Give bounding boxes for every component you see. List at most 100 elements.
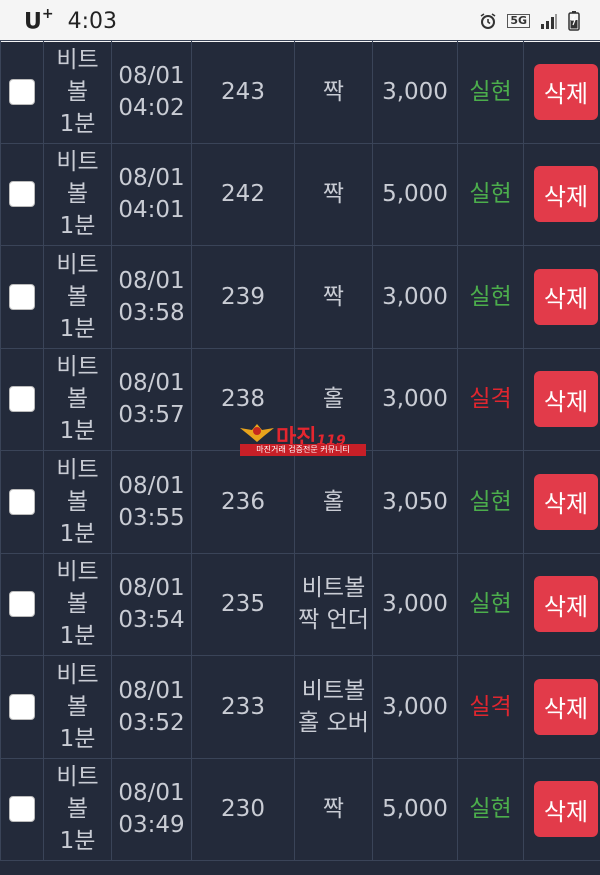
delete-button[interactable]: 삭제	[534, 268, 598, 325]
pick-cell: 비트볼 짝 언더	[294, 552, 373, 656]
battery-icon	[568, 11, 580, 31]
bet-amount: 3,000	[382, 78, 448, 105]
bet-result: 실격	[469, 386, 512, 413]
row-select-checkbox[interactable]	[9, 386, 35, 413]
action-cell: 삭제	[523, 347, 600, 451]
bet-result: 실현	[469, 283, 512, 310]
bet-history-table: 비트 볼 1분 08/01 04:02 243 짝 3,000 실현 삭제 비트 볼 1분 08…	[0, 40, 600, 861]
game-cell: 비트 볼 1분	[43, 40, 112, 144]
amount-cell: 3,000	[372, 655, 458, 759]
bet-amount: 3,050	[382, 488, 448, 515]
bet-pick: 짝	[322, 181, 345, 208]
action-cell: 삭제	[523, 40, 600, 144]
round-number: 235	[221, 591, 265, 618]
bet-amount: 3,000	[382, 591, 448, 618]
row-select-cell	[0, 245, 44, 349]
row-select-checkbox[interactable]	[9, 78, 35, 105]
delete-button[interactable]: 삭제	[534, 678, 598, 735]
bet-pick: 홀	[322, 386, 345, 413]
row-select-checkbox[interactable]	[9, 693, 35, 720]
row-select-checkbox[interactable]	[9, 181, 35, 208]
result-cell: 실현	[457, 245, 524, 349]
delete-button[interactable]: 삭제	[534, 781, 598, 838]
row-select-cell	[0, 142, 44, 246]
game-cell: 비트 볼 1분	[43, 347, 112, 451]
bet-time: 08/01 03:49	[118, 780, 185, 839]
game-cell: 비트 볼 1분	[43, 655, 112, 759]
bet-pick: 짝	[322, 796, 345, 823]
row-select-cell	[0, 40, 44, 144]
bet-amount: 3,000	[382, 386, 448, 413]
result-cell: 실현	[457, 40, 524, 144]
network-5g-icon: 5G	[507, 14, 530, 28]
game-cell: 비트 볼 1분	[43, 245, 112, 349]
signal-icon	[540, 13, 558, 29]
amount-cell: 3,050	[372, 450, 458, 554]
delete-button[interactable]: 삭제	[534, 576, 598, 633]
game-name: 비트 볼 1분	[56, 46, 99, 137]
round-cell: 236	[191, 450, 295, 554]
amount-cell: 3,000	[372, 347, 458, 451]
amount-cell: 3,000	[372, 552, 458, 656]
action-cell: 삭제	[523, 142, 600, 246]
row-select-checkbox[interactable]	[9, 591, 35, 618]
amount-cell: 5,000	[372, 142, 458, 246]
delete-button[interactable]: 삭제	[534, 473, 598, 530]
action-cell: 삭제	[523, 655, 600, 759]
row-select-cell	[0, 655, 44, 759]
result-cell: 실현	[457, 450, 524, 554]
bet-amount: 3,000	[382, 693, 448, 720]
row-select-checkbox[interactable]	[9, 796, 35, 823]
bet-time: 08/01 04:02	[118, 62, 185, 121]
pick-cell: 짝	[294, 40, 373, 144]
bet-result: 실현	[469, 488, 512, 515]
round-number: 230	[221, 796, 265, 823]
carrier-suffix: +	[41, 5, 54, 22]
round-cell: 235	[191, 552, 295, 656]
table-row: 비트 볼 1분 08/01 03:49 230 짝 5,000 실현 삭제	[0, 757, 600, 861]
pick-cell: 비트볼 홀 오버	[294, 655, 373, 759]
pick-cell: 홀	[294, 450, 373, 554]
delete-button[interactable]: 삭제	[534, 371, 598, 428]
action-cell: 삭제	[523, 757, 600, 861]
action-cell: 삭제	[523, 245, 600, 349]
result-cell: 실현	[457, 552, 524, 656]
game-name: 비트 볼 1분	[56, 559, 99, 650]
bet-result: 실현	[469, 796, 512, 823]
round-cell: 238	[191, 347, 295, 451]
game-cell: 비트 볼 1분	[43, 142, 112, 246]
round-cell: 230	[191, 757, 295, 861]
delete-button[interactable]: 삭제	[534, 63, 598, 120]
table-row: 비트 볼 1분 08/01 03:54 235 비트볼 짝 언더 3,000 실현 삭제	[0, 552, 600, 656]
round-number: 233	[221, 693, 265, 720]
round-number: 239	[221, 283, 265, 310]
time-cell: 08/01 03:49	[111, 757, 192, 861]
bet-result: 실현	[469, 78, 512, 105]
bet-pick: 홀	[322, 488, 345, 515]
row-select-cell	[0, 757, 44, 861]
time-cell: 08/01 04:01	[111, 142, 192, 246]
time-cell: 08/01 03:57	[111, 347, 192, 451]
time-cell: 08/01 03:58	[111, 245, 192, 349]
action-cell: 삭제	[523, 552, 600, 656]
round-cell: 242	[191, 142, 295, 246]
bet-pick: 짝	[322, 78, 345, 105]
pick-cell: 짝	[294, 245, 373, 349]
carrier-name: U	[24, 9, 42, 35]
row-select-checkbox[interactable]	[9, 283, 35, 310]
delete-button[interactable]: 삭제	[534, 166, 598, 223]
table-row: 비트 볼 1분 08/01 03:57 238 홀 3,000 실격 삭제	[0, 347, 600, 451]
bet-result: 실격	[469, 693, 512, 720]
pick-cell: 홀	[294, 347, 373, 451]
result-cell: 실격	[457, 347, 524, 451]
bet-amount: 5,000	[382, 181, 448, 208]
result-cell: 실현	[457, 757, 524, 861]
game-cell: 비트 볼 1분	[43, 757, 112, 861]
alarm-icon	[479, 12, 497, 30]
bet-rows: 비트 볼 1분 08/01 04:02 243 짝 3,000 실현 삭제 비트 볼 1분 08…	[0, 40, 600, 861]
bet-time: 08/01 04:01	[118, 165, 185, 224]
result-cell: 실격	[457, 655, 524, 759]
row-select-checkbox[interactable]	[9, 488, 35, 515]
table-row: 비트 볼 1분 08/01 04:01 242 짝 5,000 실현 삭제	[0, 142, 600, 246]
table-row: 비트 볼 1분 08/01 03:58 239 짝 3,000 실현 삭제	[0, 245, 600, 349]
